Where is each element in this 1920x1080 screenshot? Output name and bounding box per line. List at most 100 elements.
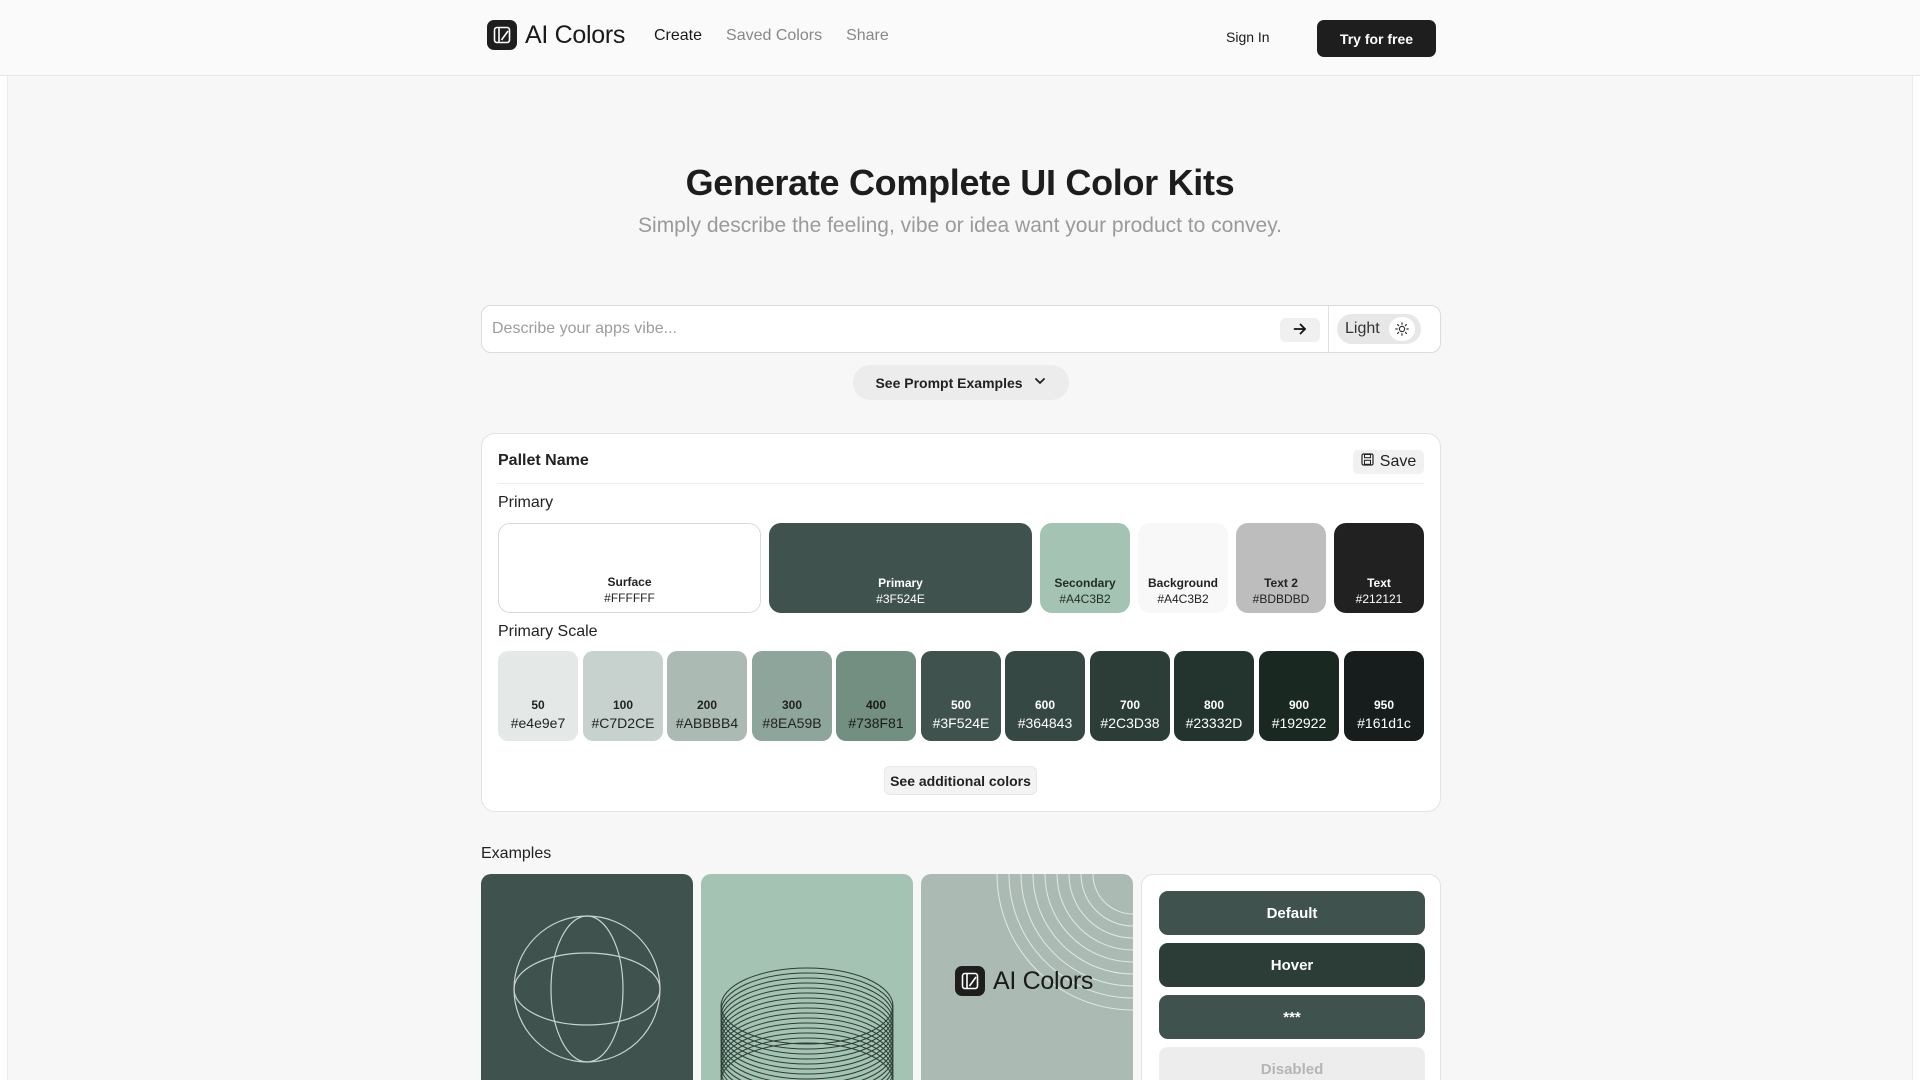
- vibe-input[interactable]: [492, 314, 1252, 344]
- scale-hex: #161d1c: [1357, 715, 1411, 731]
- scale-step: 800: [1203, 698, 1225, 712]
- example-brand-logo: AI Colors: [955, 966, 1093, 996]
- palette-card: Pallet Name Save Primary Surface #FFFFFF…: [481, 433, 1441, 812]
- swatch-name: Secondary: [1054, 576, 1116, 590]
- scale-hex: #8EA59B: [762, 715, 822, 731]
- scale-step: 50: [531, 698, 545, 712]
- primary-scale: 50 #e4e9e7 100 #C7D2CE 200 #ABBBB4 300 #…: [498, 651, 1424, 741]
- scale-step: 300: [781, 698, 803, 712]
- theme-mode-toggle[interactable]: Light: [1337, 314, 1421, 344]
- save-label: Save: [1379, 453, 1417, 470]
- example-brand-name: AI Colors: [993, 966, 1094, 995]
- sign-in-link[interactable]: Sign In: [1226, 29, 1270, 45]
- scale-swatch-900[interactable]: 900 #192922: [1259, 651, 1339, 741]
- swatch-hex: #3F524E: [876, 592, 925, 606]
- swatch-hex: #BDBDBD: [1252, 592, 1310, 606]
- nav-saved-colors[interactable]: Saved Colors: [726, 27, 822, 45]
- swatch-hex: #A4C3B2: [1059, 592, 1111, 606]
- scale-swatch-50[interactable]: 50 #e4e9e7: [498, 651, 578, 741]
- scale-hex: #364843: [1017, 715, 1073, 731]
- scale-swatch-300[interactable]: 300 #8EA59B: [752, 651, 832, 741]
- swatch-name: Background: [1147, 576, 1218, 590]
- swatch-text-2[interactable]: Text 2 #BDBDBD: [1236, 523, 1326, 613]
- scale-hex: #ABBBB4: [675, 715, 739, 731]
- save-button[interactable]: Save: [1353, 450, 1424, 474]
- scale-step: 950: [1373, 698, 1395, 712]
- scale-step: 100: [612, 698, 634, 712]
- scale-swatch-950[interactable]: 950 #161d1c: [1344, 651, 1424, 741]
- scale-step: 900: [1288, 698, 1310, 712]
- see-additional-colors-button[interactable]: See additional colors: [884, 766, 1037, 795]
- see-prompt-examples-button[interactable]: See Prompt Examples: [853, 365, 1069, 400]
- scale-swatch-100[interactable]: 100 #C7D2CE: [583, 651, 663, 741]
- chevron-down-icon: [1033, 374, 1047, 391]
- floppy-disk-icon: [1361, 453, 1374, 471]
- scale-hex: #23332D: [1185, 715, 1243, 731]
- app-page: AI Colors Create Saved Colors Share Sign…: [0, 0, 1920, 1080]
- send-button[interactable]: [1280, 318, 1320, 342]
- nav-create[interactable]: Create: [654, 27, 702, 45]
- swatch-name: Primary: [878, 576, 923, 590]
- example-card-sphere: [481, 874, 693, 1080]
- scale-swatch-400[interactable]: 400 #738F81: [836, 651, 916, 741]
- active-state-button[interactable]: ***: [1159, 995, 1425, 1039]
- scale-swatch-600[interactable]: 600 #364843: [1005, 651, 1085, 741]
- swatch-name: Text: [1367, 576, 1391, 590]
- nav-share[interactable]: Share: [846, 27, 889, 45]
- primary-section-label: Primary: [498, 494, 554, 511]
- examples-label: Examples: [481, 845, 552, 862]
- example-card-button-states: Default Hover *** Disabled: [1141, 874, 1441, 1080]
- wireframe-sphere-illustration: [513, 915, 661, 1063]
- swatch-text[interactable]: Text #212121: [1334, 523, 1424, 613]
- hover-state-button[interactable]: Hover: [1159, 943, 1425, 987]
- scale-hex: #3F524E: [932, 715, 990, 731]
- swatch-name: Text 2: [1264, 576, 1298, 590]
- scale-hex: #192922: [1271, 715, 1327, 731]
- card-divider: [498, 483, 1424, 484]
- swatch-surface[interactable]: Surface #FFFFFF: [498, 523, 761, 613]
- hero-subtitle: Simply describe the feeling, vibe or ide…: [638, 214, 1282, 237]
- scale-step: 600: [1034, 698, 1056, 712]
- main-nav: Create Saved Colors Share: [654, 27, 889, 45]
- primary-scale-label: Primary Scale: [498, 623, 598, 640]
- scale-step: 400: [865, 698, 887, 712]
- example-card-brand: AI Colors: [921, 874, 1133, 1080]
- scale-step: 500: [950, 698, 972, 712]
- swatch-background[interactable]: Background #A4C3B2: [1138, 523, 1228, 613]
- try-for-free-button[interactable]: Try for free: [1317, 20, 1436, 57]
- see-prompt-examples-label: See Prompt Examples: [875, 374, 1023, 391]
- primary-swatches: Surface #FFFFFF Primary #3F524E Secondar…: [498, 523, 1424, 613]
- swatch-hex: #212121: [1355, 592, 1403, 606]
- logo-mark-icon: [487, 20, 517, 50]
- prompt-divider: [1328, 306, 1329, 352]
- arrow-right-icon: [1292, 321, 1308, 340]
- scale-hex: #2C3D38: [1100, 715, 1160, 731]
- scale-step: 700: [1119, 698, 1141, 712]
- scale-swatch-200[interactable]: 200 #ABBBB4: [667, 651, 747, 741]
- mode-label: Light: [1345, 320, 1380, 337]
- brand-logo[interactable]: AI Colors: [487, 20, 625, 50]
- scale-hex: #738F81: [848, 715, 904, 731]
- swatch-secondary[interactable]: Secondary #A4C3B2: [1040, 523, 1130, 613]
- swatch-primary[interactable]: Primary #3F524E: [769, 523, 1032, 613]
- scale-hex: #e4e9e7: [510, 715, 566, 731]
- pallet-name[interactable]: Pallet Name: [498, 452, 589, 470]
- scale-step: 200: [696, 698, 718, 712]
- hero-title: Generate Complete UI Color Kits: [685, 162, 1235, 203]
- coil-rings-illustration: [720, 967, 894, 1080]
- default-state-button[interactable]: Default: [1159, 891, 1425, 935]
- swatch-hex: #FFFFFF: [604, 591, 655, 605]
- prompt-bar: Light: [481, 305, 1441, 353]
- swatch-hex: #A4C3B2: [1157, 592, 1209, 606]
- example-card-coil: [701, 874, 913, 1080]
- sun-icon: [1389, 317, 1415, 341]
- scale-swatch-500[interactable]: 500 #3F524E: [921, 651, 1001, 741]
- scale-hex: #C7D2CE: [591, 715, 655, 731]
- scale-swatch-800[interactable]: 800 #23332D: [1174, 651, 1254, 741]
- disabled-state-button: Disabled: [1159, 1047, 1425, 1080]
- brand-name: AI Colors: [525, 20, 626, 49]
- top-header: AI Colors Create Saved Colors Share Sign…: [0, 0, 1920, 76]
- logo-mark-icon: [955, 966, 985, 996]
- swatch-name: Surface: [607, 575, 652, 589]
- scale-swatch-700[interactable]: 700 #2C3D38: [1090, 651, 1170, 741]
